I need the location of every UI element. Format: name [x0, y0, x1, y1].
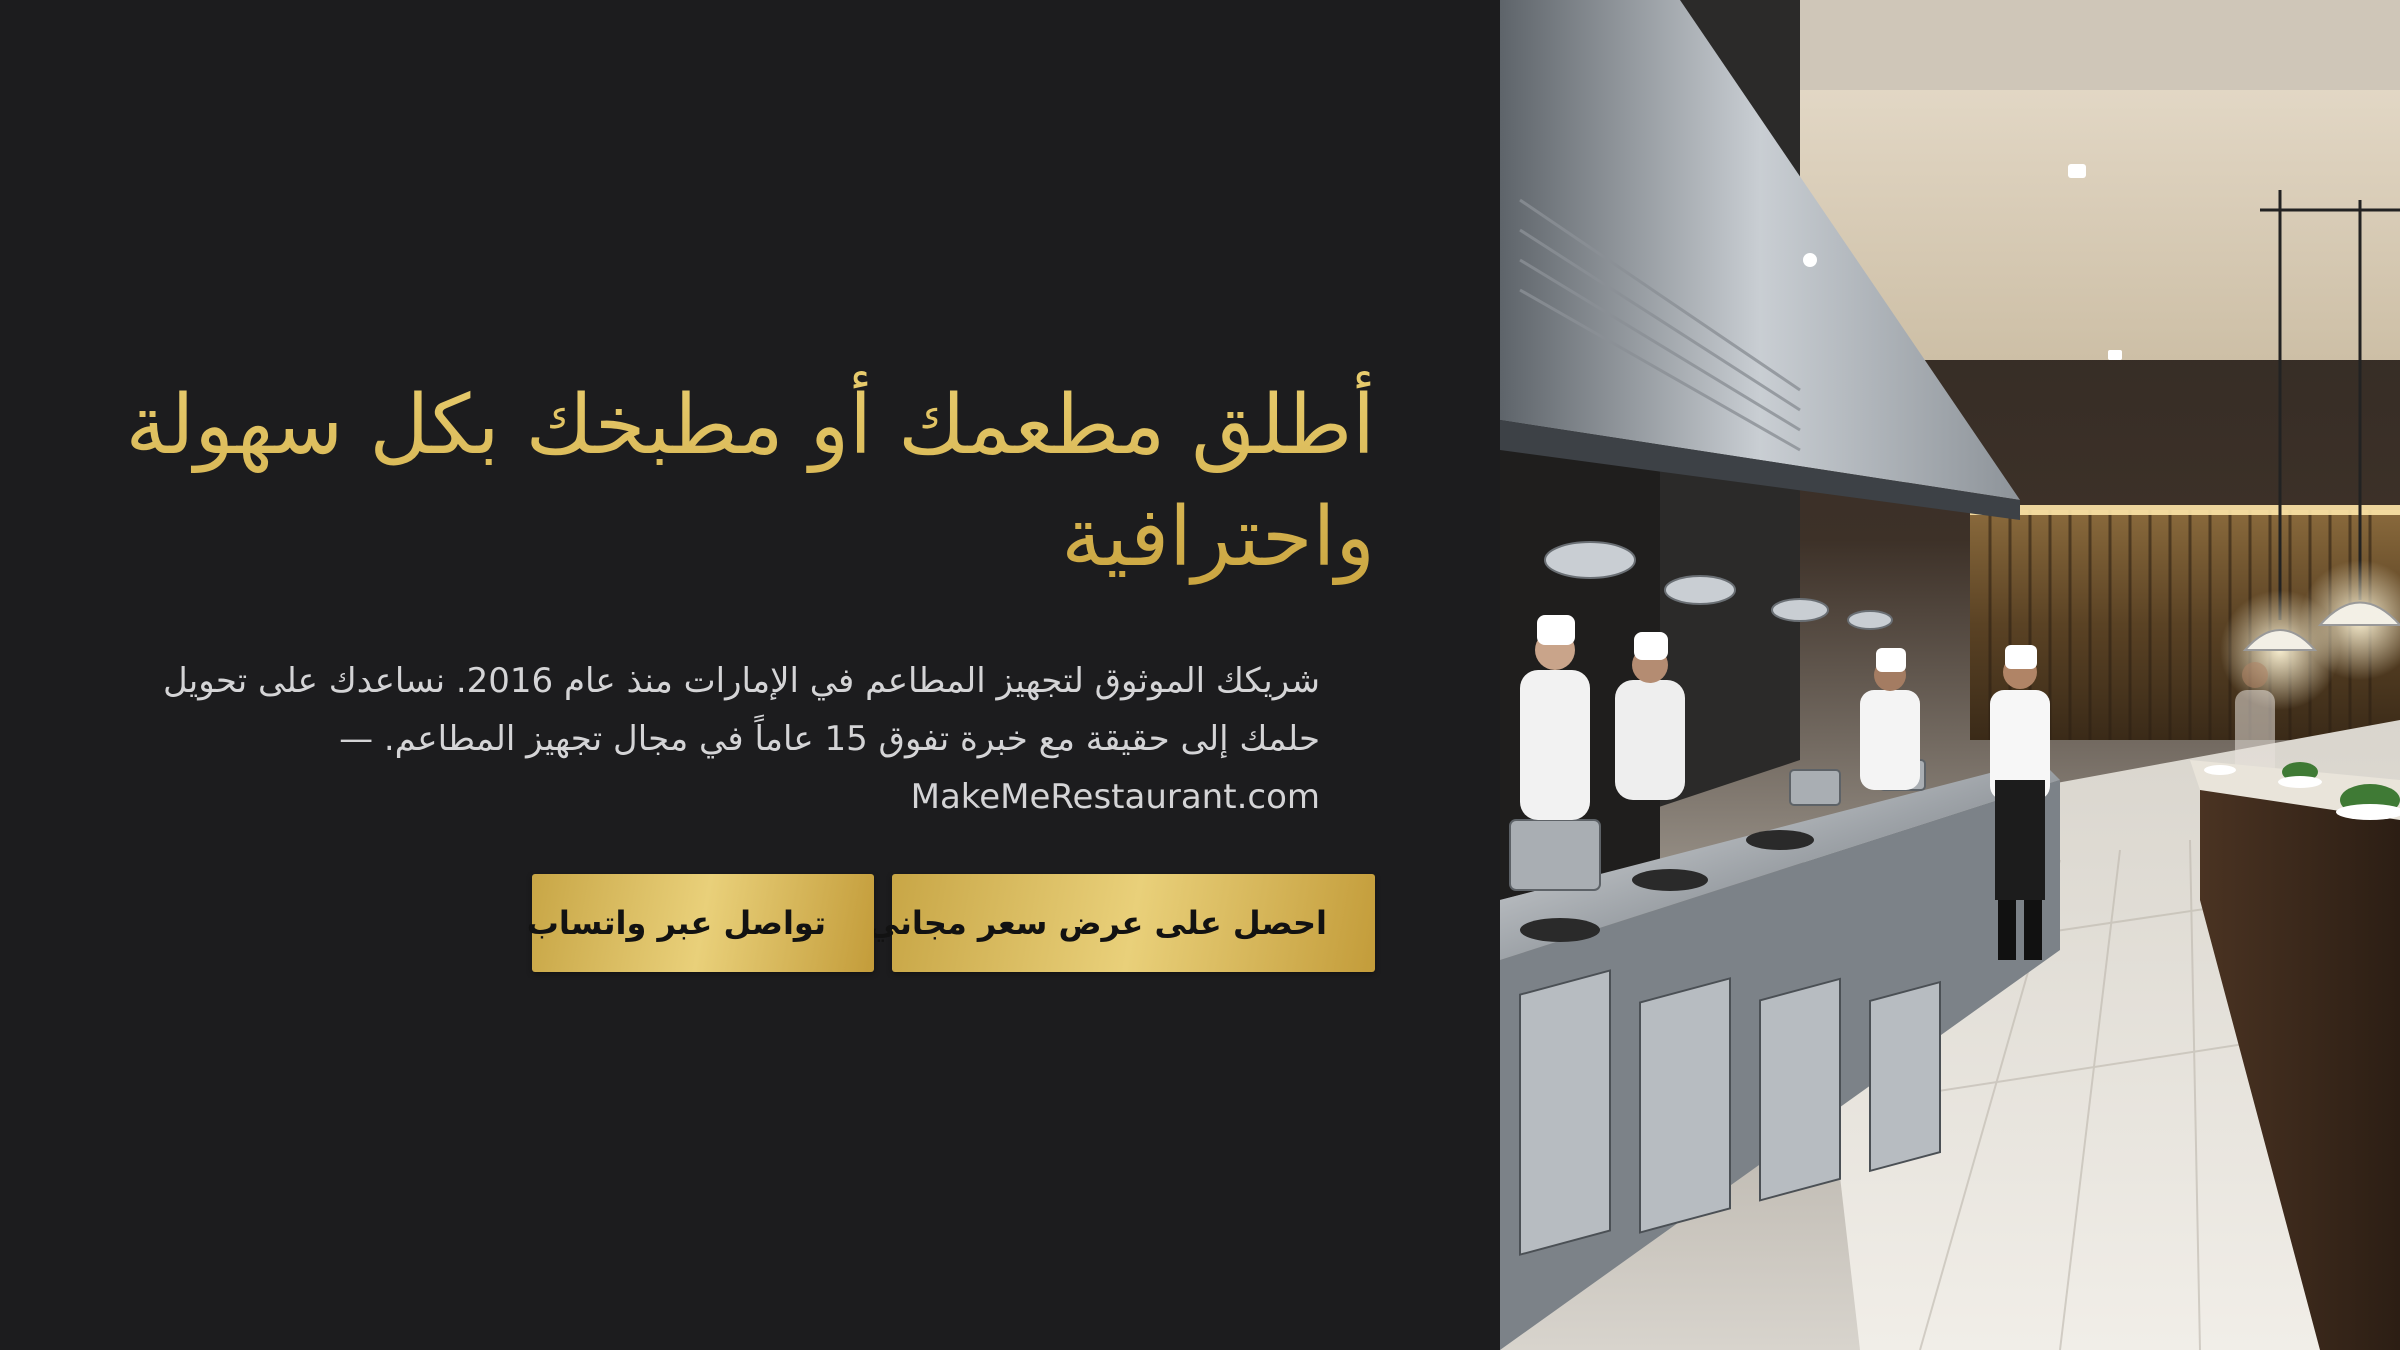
hero-description: شريكك الموثوق لتجهيز المطاعم في الإمارات…: [163, 661, 1320, 817]
cta-buttons: احصل على عرض سعر مجاني تواصل عبر واتساب: [125, 874, 1375, 972]
whatsapp-contact-button[interactable]: تواصل عبر واتساب: [527, 874, 874, 972]
free-quote-button[interactable]: احصل على عرض سعر مجاني: [867, 874, 1375, 972]
landing-hero: أطلق مطعمك أو مطبخك بكل سهولة واحترافية …: [0, 0, 2400, 1350]
hero-content: أطلق مطعمك أو مطبخك بكل سهولة واحترافية …: [125, 370, 1375, 972]
hero-title: أطلق مطعمك أو مطبخك بكل سهولة واحترافية: [125, 370, 1375, 594]
restaurant-kitchen-photo: [1500, 0, 2400, 1350]
kitchen-illustration: [1500, 0, 2400, 1350]
